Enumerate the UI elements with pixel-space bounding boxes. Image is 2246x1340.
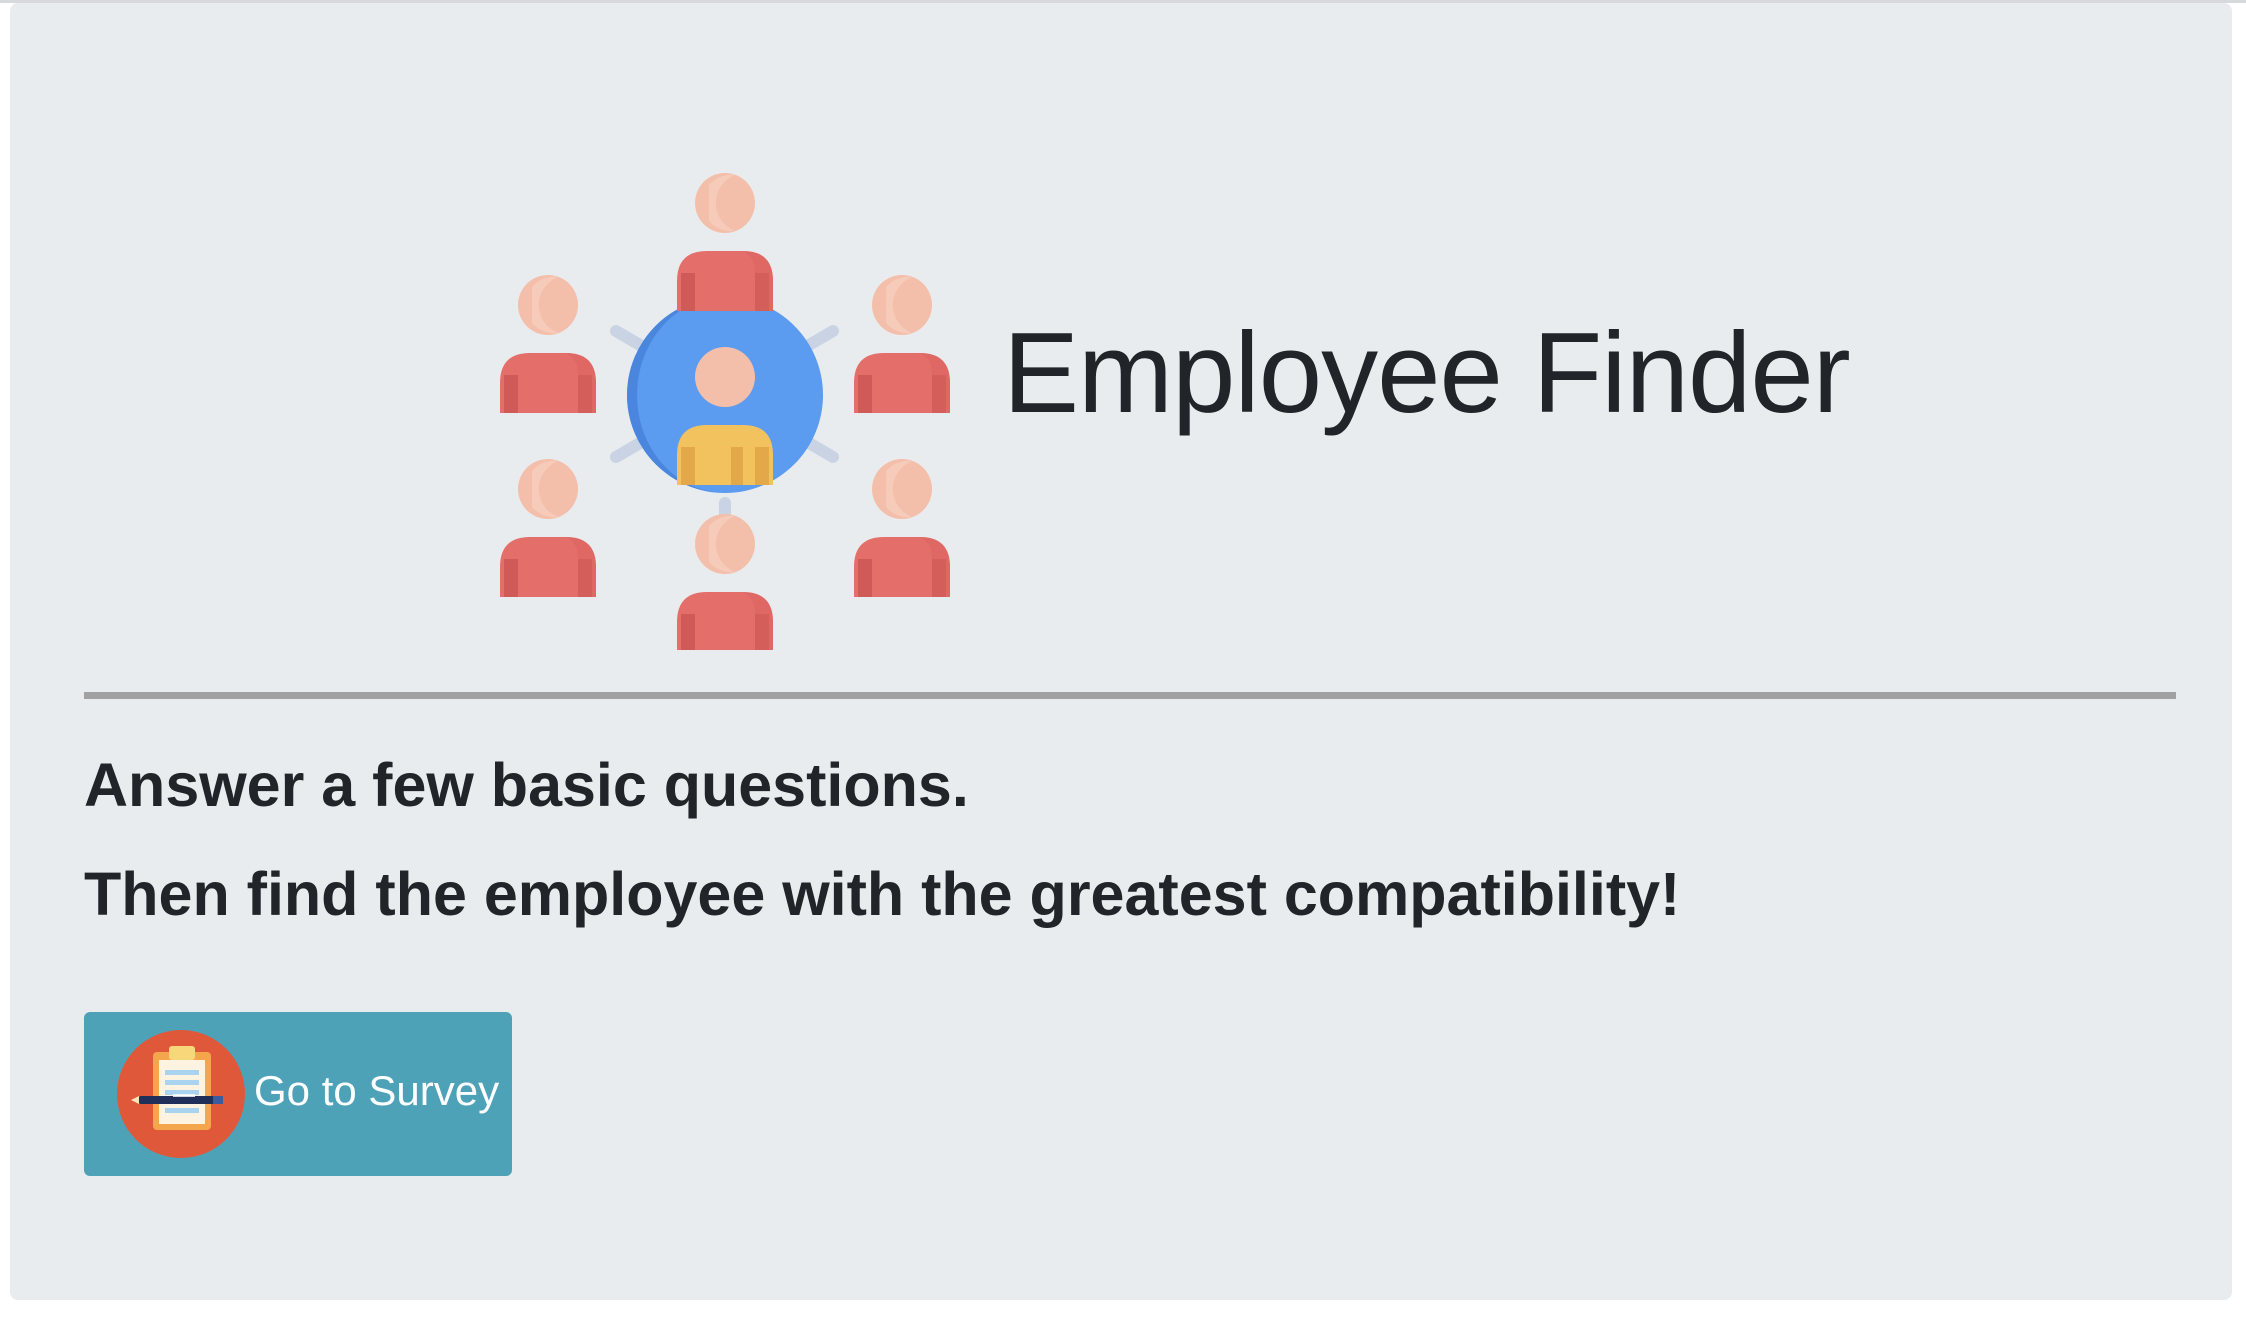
intro-line-1: Answer a few basic questions.	[84, 751, 969, 819]
jumbotron: Employee Finder Answer a few basic quest…	[10, 3, 2232, 1300]
go-to-survey-label: Go to Survey	[254, 1067, 500, 1114]
page: Employee Finder Answer a few basic quest…	[0, 0, 2246, 1340]
page-title: Employee Finder	[1003, 310, 1851, 437]
clipboard-pen-icon	[117, 1030, 245, 1158]
divider	[84, 692, 2176, 699]
go-to-survey-button[interactable]: Go to Survey	[84, 1012, 512, 1176]
team-network-icon	[500, 173, 950, 650]
intro-line-2: Then find the employee with the greatest…	[84, 860, 1681, 928]
